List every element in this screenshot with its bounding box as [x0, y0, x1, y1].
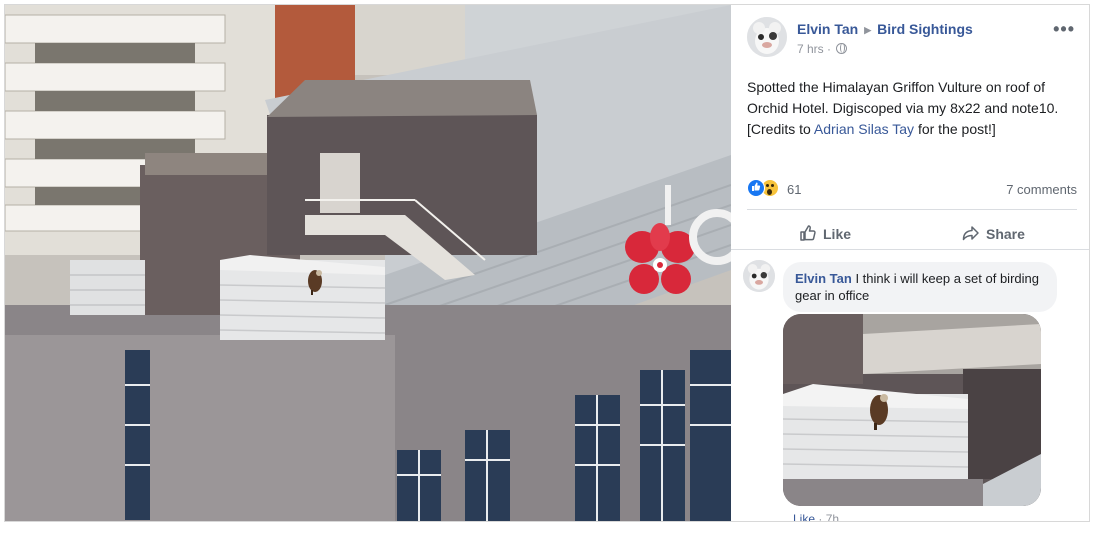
comment-actions: Like · 7h [793, 512, 839, 522]
vulture-on-hotel-roof-image [5, 5, 731, 521]
comment-like-link[interactable]: Like [793, 512, 815, 521]
avatar[interactable] [747, 17, 787, 57]
comment-bubble: Elvin Tan I think i will keep a set of b… [783, 262, 1057, 312]
share-button[interactable]: Share [962, 221, 1025, 243]
like-label: Like [823, 226, 852, 242]
comment-time[interactable]: 7h [826, 512, 839, 521]
comment-avatar[interactable] [743, 260, 775, 292]
arrow-right-icon: ▶ [864, 25, 872, 35]
globe-icon[interactable] [836, 43, 848, 54]
comment-separator: · [815, 512, 826, 522]
reaction-count[interactable]: 61 [787, 182, 801, 197]
meta-separator: · [827, 42, 832, 56]
post-time[interactable]: 7 hrs [797, 42, 824, 56]
comment-photo[interactable] [783, 314, 1041, 506]
thumbs-up-icon [800, 225, 816, 241]
post-actions: Like Share [747, 215, 1077, 247]
post-meta: 7 hrs · [797, 42, 848, 56]
reaction-icons[interactable] [747, 179, 787, 199]
group-name[interactable]: Bird Sightings [877, 21, 973, 37]
comments-section: Elvin Tan I think i will keep a set of b… [731, 249, 1089, 522]
comment-author[interactable]: Elvin Tan [795, 271, 852, 286]
share-label: Share [986, 226, 1025, 242]
author-line: Elvin Tan ▶ Bird Sightings [797, 21, 973, 37]
post-details-panel: Elvin Tan ▶ Bird Sightings 7 hrs · ••• Spo… [731, 5, 1089, 522]
comments-count[interactable]: 7 comments [1006, 182, 1077, 197]
post-text-end: for the post!] [914, 121, 996, 137]
tagged-user-link[interactable]: Adrian Silas Tay [814, 121, 914, 137]
post-photo[interactable] [5, 5, 731, 521]
post-text: Spotted the Himalayan Griffon Vulture on… [747, 77, 1077, 140]
like-button[interactable]: Like [799, 221, 851, 243]
share-arrow-icon [962, 226, 979, 241]
post-window: Elvin Tan ▶ Bird Sightings 7 hrs · ••• Spo… [4, 4, 1090, 522]
like-reaction-icon [747, 179, 765, 197]
author-name[interactable]: Elvin Tan [797, 21, 858, 37]
reactions-bar: 61 7 comments [747, 177, 1077, 201]
divider [747, 209, 1077, 210]
more-options-button[interactable]: ••• [1053, 19, 1075, 40]
post-header: Elvin Tan ▶ Bird Sightings 7 hrs · ••• [747, 17, 1079, 63]
